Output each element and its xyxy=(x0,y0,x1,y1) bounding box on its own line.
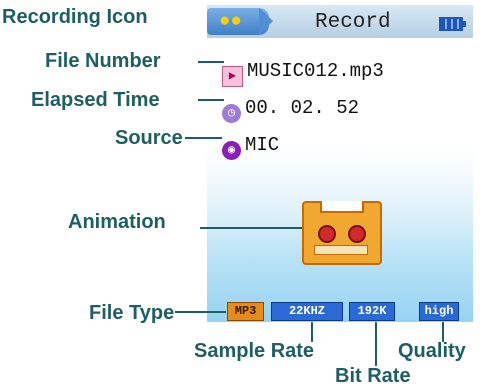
leader-lines xyxy=(175,61,444,366)
